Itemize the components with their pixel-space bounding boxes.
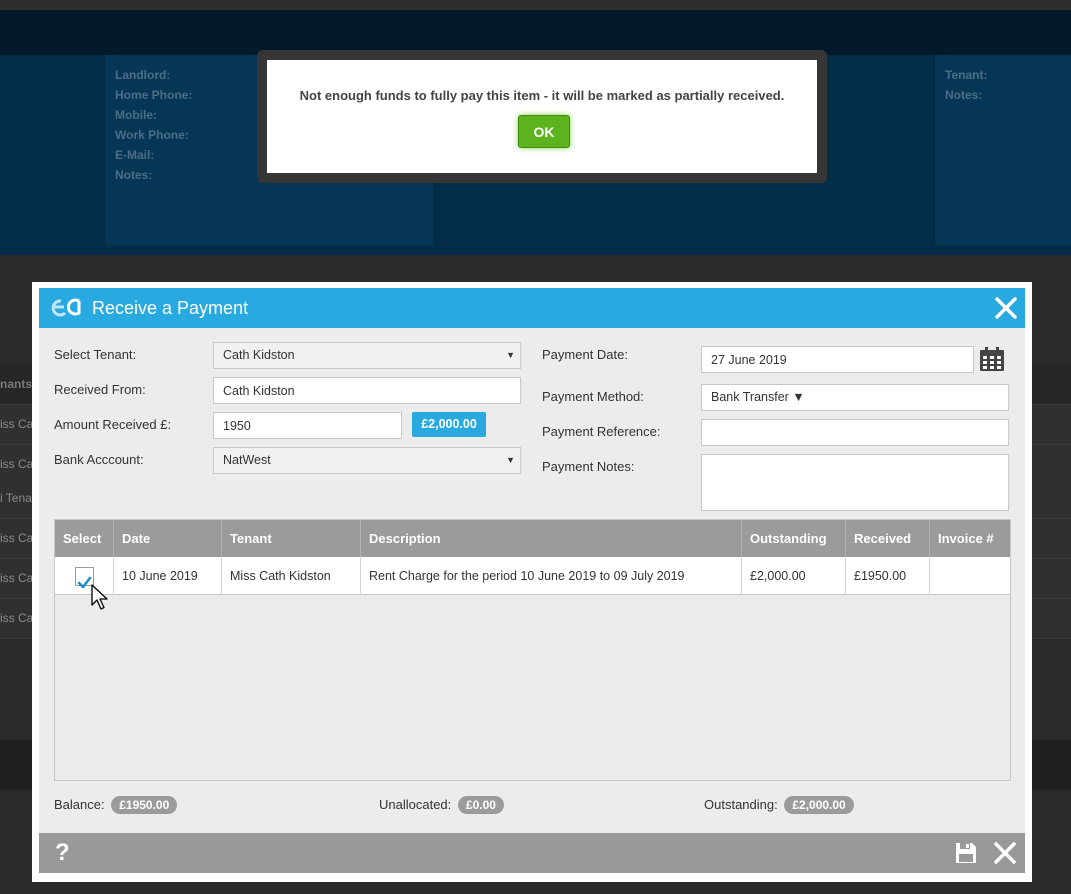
alert-message: Not enough funds to fully pay this item … <box>299 88 785 103</box>
bank-account-value: NatWest <box>223 453 271 467</box>
home-phone-label: Home Phone: <box>115 88 193 102</box>
close-icon[interactable] <box>993 841 1017 865</box>
dropdown-caret-icon: ▼ <box>506 455 515 465</box>
modal-header: Receive a Payment <box>39 288 1025 328</box>
date-cell: 10 June 2019 <box>114 557 222 595</box>
dropdown-caret-icon: ▼ <box>506 350 515 360</box>
balance-label: Balance: <box>54 797 105 812</box>
app-header <box>0 10 1071 55</box>
outstanding-total: Outstanding: £2,000.00 <box>704 796 854 814</box>
bank-account-label: Bank Acccount: <box>54 452 144 467</box>
alert-dialog: Not enough funds to fully pay this item … <box>257 50 827 183</box>
unallocated-value: £0.00 <box>457 796 504 814</box>
payment-reference-input[interactable] <box>701 419 1009 446</box>
modal-footer: ? <box>39 833 1025 873</box>
close-icon[interactable] <box>993 295 1019 321</box>
email-label: E-Mail: <box>115 148 155 162</box>
ok-button[interactable]: OK <box>518 115 570 148</box>
bank-account-dropdown[interactable]: NatWest ▼ <box>213 447 521 474</box>
column-header-invoice: Invoice # <box>938 531 994 546</box>
invoice-cell <box>930 557 1010 595</box>
alert-body: Not enough funds to fully pay this item … <box>267 60 817 173</box>
payment-method-label: Payment Method: <box>542 389 644 404</box>
received-from-input[interactable] <box>213 377 521 404</box>
save-icon[interactable] <box>955 842 977 864</box>
ea-logo-icon <box>51 298 81 317</box>
unallocated-total: Unallocated: £0.00 <box>379 796 504 814</box>
landlord-labels: Landlord: Home Phone: Mobile: Work Phone… <box>115 65 192 185</box>
select-cell <box>55 557 114 610</box>
tenant-cell: Miss Cath Kidston <box>222 557 361 595</box>
landlord-label: Landlord: <box>115 68 171 82</box>
allocation-table: Select Date Tenant Description Outstandi… <box>54 519 1011 781</box>
payment-reference-label: Payment Reference: <box>542 424 661 439</box>
tenant-panel: Tenant: Notes: <box>933 55 1071 245</box>
unallocated-label: Unallocated: <box>379 797 452 812</box>
column-header-outstanding: Outstanding <box>742 520 846 557</box>
app-top-bar <box>0 0 1071 10</box>
column-header-description: Description <box>361 520 742 557</box>
payment-method-dropdown[interactable]: Bank Transfer ▼ <box>701 384 1009 411</box>
calendar-icon[interactable] <box>979 346 1005 372</box>
balance-value: £1950.00 <box>111 796 178 814</box>
payment-date-label: Payment Date: <box>542 347 628 362</box>
balance-total: Balance: £1950.00 <box>54 796 178 814</box>
payment-notes-textarea[interactable] <box>701 454 1009 511</box>
received-from-label: Received From: <box>54 382 146 397</box>
receive-payment-modal: Receive a Payment Select Tenant: Cath Ki… <box>32 282 1032 882</box>
help-icon[interactable]: ? <box>55 839 70 867</box>
work-phone-label: Work Phone: <box>115 128 189 142</box>
amount-received-input[interactable] <box>213 412 402 439</box>
select-tenant-label: Select Tenant: <box>54 347 137 362</box>
tenant-labels: Tenant: Notes: <box>945 65 987 105</box>
payment-notes-label: Payment Notes: <box>542 459 635 474</box>
table-header: Select Date Tenant Description Outstandi… <box>55 520 1010 557</box>
dropdown-caret-icon: ▼ <box>792 390 805 404</box>
mobile-label: Mobile: <box>115 108 157 122</box>
outstanding-label: Outstanding: <box>704 797 778 812</box>
modal-body: Select Tenant: Cath Kidston ▼ Received F… <box>39 328 1025 833</box>
amount-due-button[interactable]: £2,000.00 <box>412 412 486 437</box>
column-header-received: Received <box>846 520 930 557</box>
app-divider <box>0 255 1071 267</box>
outstanding-value: £2,000.00 <box>784 796 854 814</box>
column-header-tenant: Tenant <box>222 520 361 557</box>
outstanding-cell: £2,000.00 <box>742 557 846 595</box>
table-row[interactable]: 10 June 2019 Miss Cath Kidston Rent Char… <box>55 557 1010 610</box>
modal-title: Receive a Payment <box>92 298 249 318</box>
amount-received-label: Amount Received £: <box>54 417 172 432</box>
select-tenant-dropdown[interactable]: Cath Kidston ▼ <box>213 342 521 369</box>
tenant-notes-label: Notes: <box>945 88 983 102</box>
select-tenant-value: Cath Kidston <box>223 348 295 362</box>
description-cell: Rent Charge for the period 10 June 2019 … <box>361 557 742 595</box>
mouse-pointer-icon <box>91 584 108 610</box>
payment-date-input[interactable] <box>701 346 974 373</box>
column-header-date: Date <box>114 520 222 557</box>
notes-label: Notes: <box>115 168 153 182</box>
payment-method-value: Bank Transfer <box>711 390 789 404</box>
tenant-label: Tenant: <box>945 68 988 82</box>
column-header-select: Select <box>55 520 114 557</box>
received-cell: £1950.00 <box>846 557 930 595</box>
